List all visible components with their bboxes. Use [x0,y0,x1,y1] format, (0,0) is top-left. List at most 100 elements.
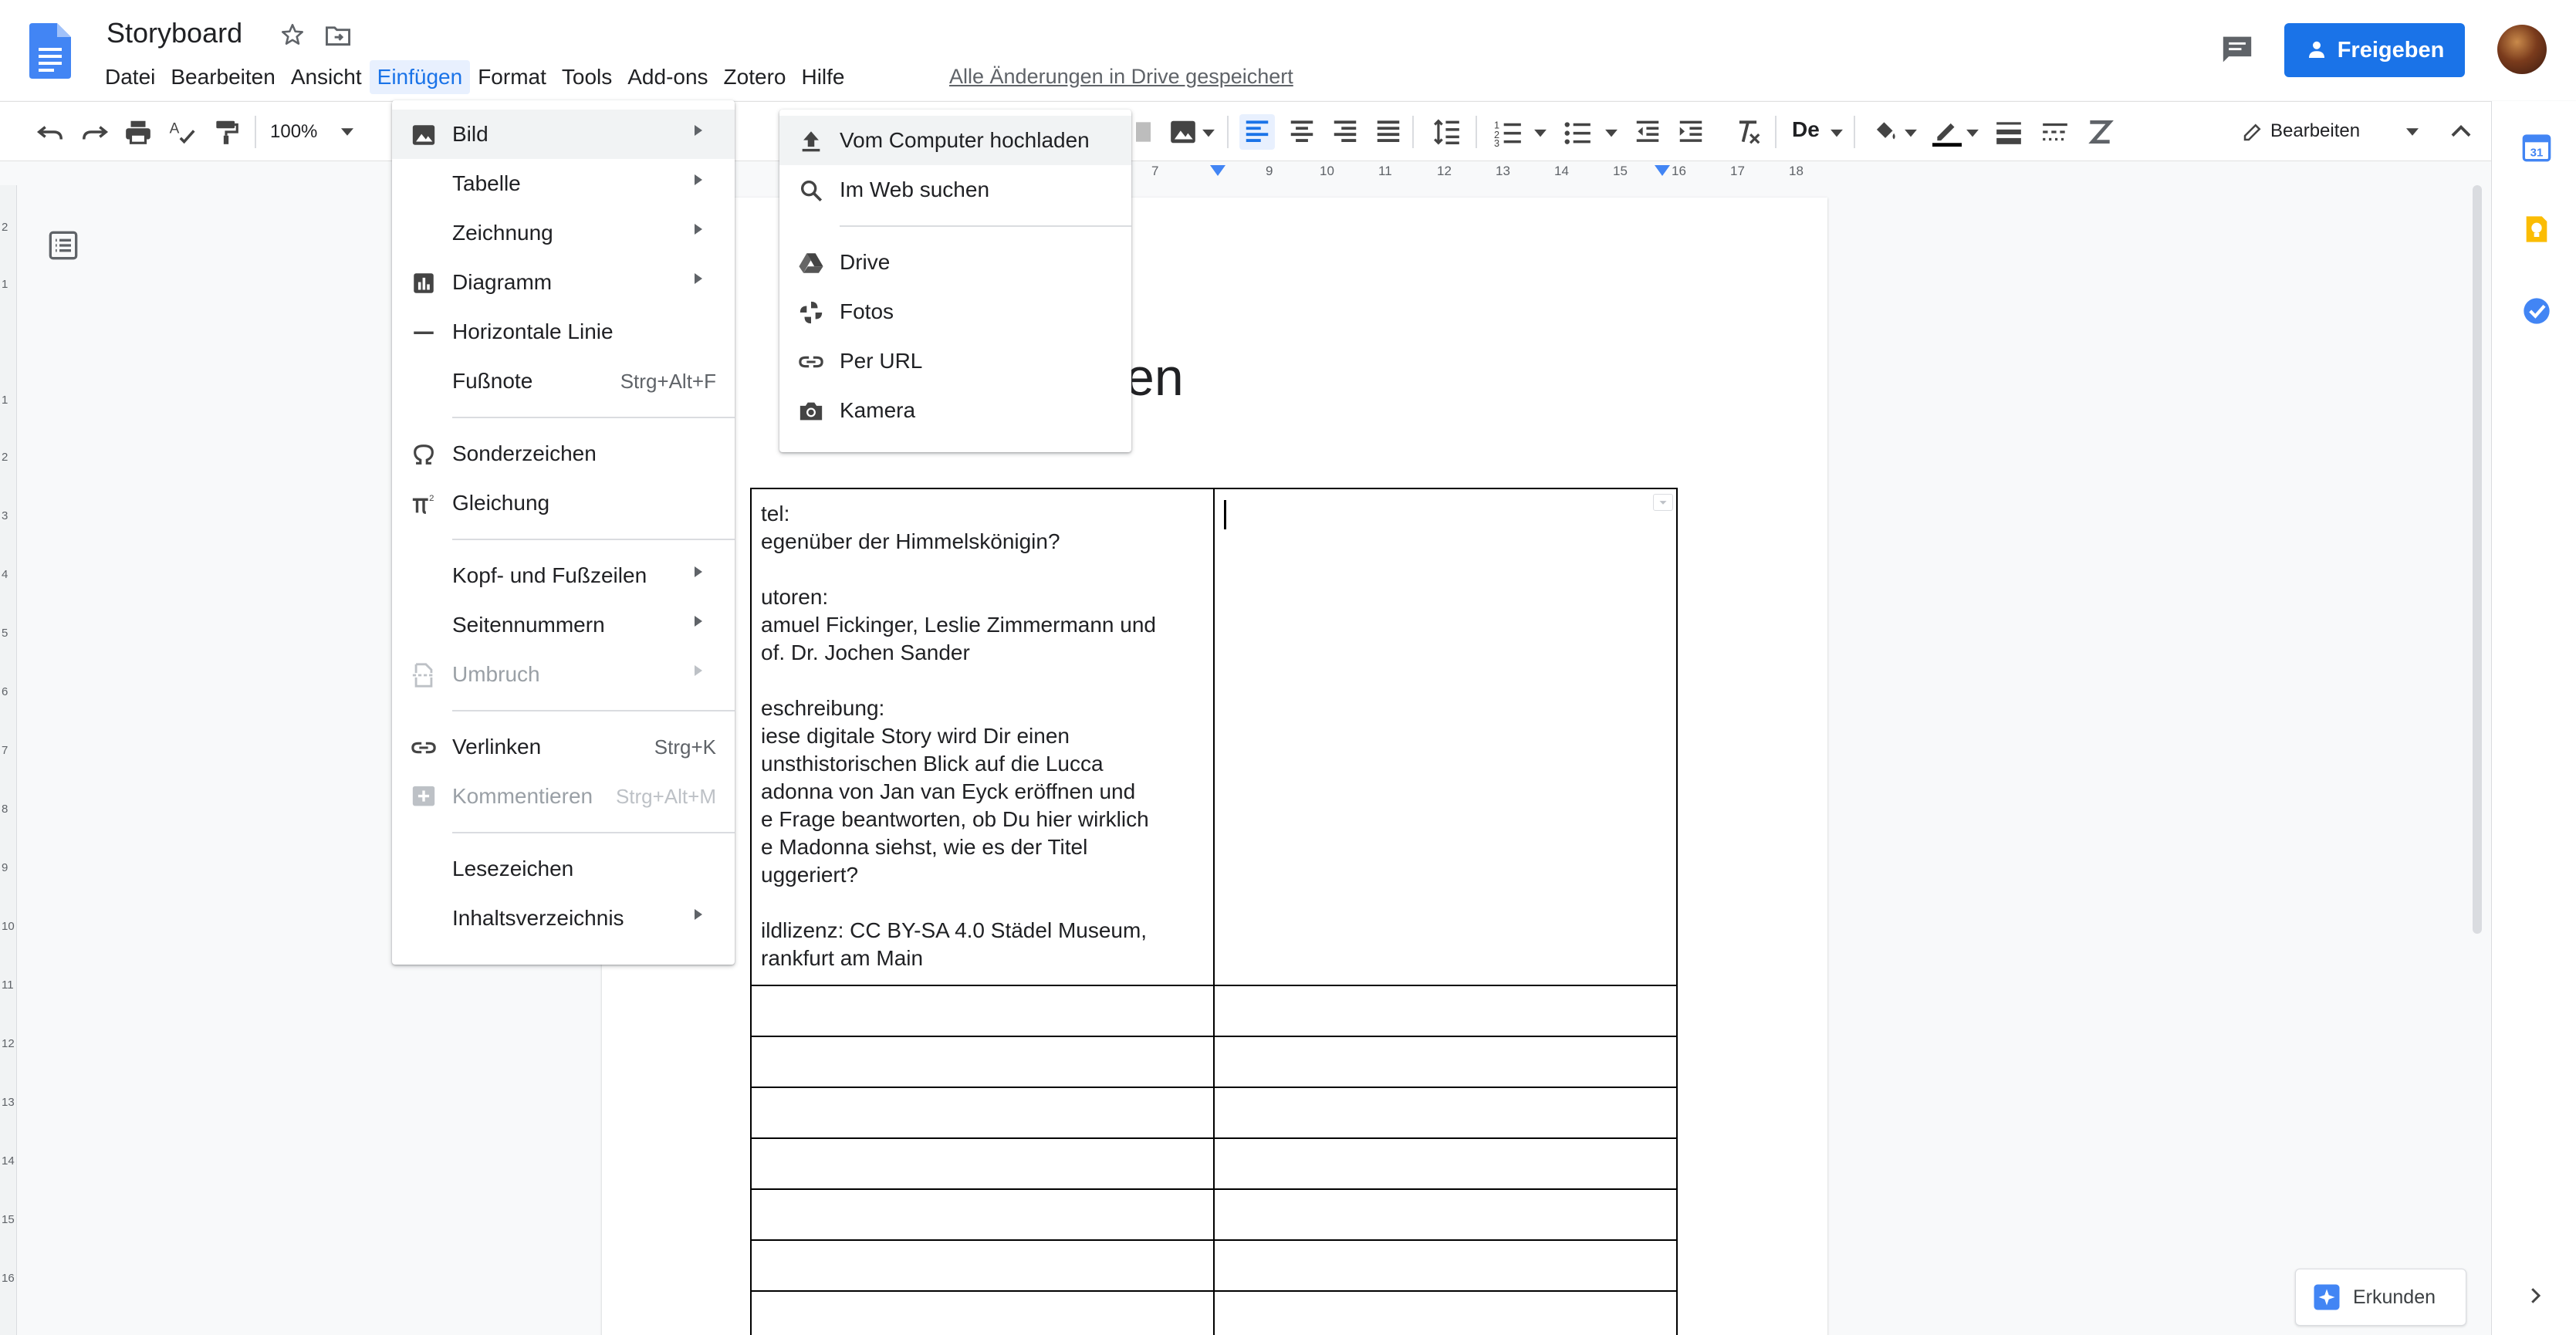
insert-menu-item-lesezeichen[interactable]: Lesezeichen [392,844,735,894]
collapse-menus-icon[interactable] [2446,117,2476,147]
calendar-icon[interactable]: 31 [2521,132,2552,163]
insert-menu-item-kopf-fusszeilen[interactable]: Kopf- und Fußzeilen [392,551,735,600]
image-submenu-item-web-search[interactable]: Im Web suchen [779,165,1131,215]
menu-hilfe[interactable]: Hilfe [793,60,852,94]
menu-ansicht[interactable]: Ansicht [283,60,370,94]
fill-color-icon[interactable] [1871,117,1900,147]
insert-menu-item-umbruch[interactable]: Umbruch [392,650,735,699]
redo-icon[interactable] [80,117,110,147]
share-button[interactable]: Freigeben [2284,23,2465,77]
insert-menu-item-tabelle[interactable]: Tabelle [392,159,735,208]
menu-datei[interactable]: Datei [97,60,163,94]
border-color-icon[interactable] [1932,117,1962,147]
insert-menu-item-diagramm[interactable]: Diagramm [392,258,735,307]
spellcheck-icon[interactable]: A [168,117,198,147]
insert-menu-item-kommentieren[interactable]: Kommentieren Strg+Alt+M [392,772,735,821]
docs-logo-icon[interactable] [29,23,71,79]
table-cell[interactable] [1213,1036,1678,1088]
editing-mode-select[interactable]: Bearbeiten [2235,102,2428,162]
align-center-icon[interactable] [1287,117,1317,147]
user-avatar[interactable] [2497,25,2547,74]
clear-formatting-icon[interactable] [1733,117,1763,147]
document-title[interactable]: Storyboard [106,17,242,49]
align-justify-icon[interactable] [1374,117,1403,147]
tasks-icon[interactable] [2521,296,2552,326]
table-cell[interactable] [1213,488,1678,986]
save-status-link[interactable]: Alle Änderungen in Drive gespeichert [949,65,1293,89]
image-submenu-item-url[interactable]: Per URL [779,336,1131,386]
table-cell[interactable] [750,1188,1215,1241]
insert-menu-item-verlinken[interactable]: Verlinken Strg+K [392,722,735,772]
insert-menu-item-seitennummern[interactable]: Seitennummern [392,600,735,650]
insert-menu-item-fussnote[interactable]: Fußnote Strg+Alt+F [392,357,735,406]
table-cell[interactable] [750,1239,1215,1292]
table-cell[interactable] [750,985,1215,1037]
increase-indent-icon[interactable] [1676,117,1706,147]
table-cell[interactable] [750,1087,1215,1139]
star-icon[interactable] [279,22,306,48]
scrollbar-thumb[interactable] [2473,185,2482,934]
insert-menu-item-inhaltsverzeichnis[interactable]: Inhaltsverzeichnis [392,894,735,943]
chevron-right-icon[interactable] [2524,1284,2547,1307]
vertical-ruler[interactable]: 2 1 1 2 3 4 5 6 7 8 9 10 11 12 13 14 15 … [0,185,17,1335]
table-cell[interactable] [1213,985,1678,1037]
table-cell[interactable] [750,1036,1215,1088]
table-cell[interactable] [1213,1188,1678,1241]
table-cell[interactable] [750,1290,1215,1335]
insert-menu-item-horizontale-linie[interactable]: Horizontale Linie [392,307,735,357]
insert-menu-item-sonderzeichen[interactable]: Sonderzeichen [392,429,735,478]
menu-bearbeiten[interactable]: Bearbeiten [163,60,282,94]
table-cell[interactable] [750,1137,1215,1190]
storyboard-table[interactable]: tel: egenüber der Himmelskönigin? utoren… [750,488,1678,1335]
table-cell[interactable]: tel: egenüber der Himmelskönigin? utoren… [750,488,1215,986]
table-cell[interactable] [1213,1137,1678,1190]
image-submenu-item-upload[interactable]: Vom Computer hochladen [779,116,1131,165]
table-cell-menu-icon[interactable] [1653,494,1673,511]
chevron-down-icon[interactable] [1533,117,1548,147]
submenu-item-label: Drive [840,250,891,274]
table-cell[interactable] [1213,1239,1678,1292]
chevron-down-icon[interactable] [1965,117,1980,147]
table-cell[interactable] [1213,1290,1678,1335]
bulleted-list-icon[interactable] [1564,117,1593,147]
comments-icon[interactable] [2219,34,2255,65]
paint-format-icon[interactable] [211,117,241,147]
chevron-down-icon[interactable] [1201,117,1216,147]
text-style-preview[interactable]: De [1792,117,1820,142]
print-icon[interactable] [123,117,153,147]
ruler-indent-marker[interactable] [1655,165,1670,176]
menu-format[interactable]: Format [470,60,554,94]
image-submenu-item-camera[interactable]: Kamera [779,386,1131,435]
vertical-scrollbar[interactable] [2470,185,2483,934]
insert-menu-item-bild[interactable]: Bild [392,110,735,159]
text-direction-icon[interactable] [2085,117,2115,147]
chevron-down-icon[interactable] [1604,117,1619,147]
table-cell[interactable] [1213,1087,1678,1139]
image-submenu-item-drive[interactable]: Drive [779,238,1131,287]
ruler-indent-marker[interactable] [1210,165,1225,176]
document-outline-icon[interactable] [48,230,79,261]
numbered-list-icon[interactable]: 123 [1494,117,1523,147]
menu-tools[interactable]: Tools [554,60,620,94]
menu-zotero[interactable]: Zotero [716,60,794,94]
insert-menu-item-zeichnung[interactable]: Zeichnung [392,208,735,258]
align-right-icon[interactable] [1330,117,1360,147]
menu-add-ons[interactable]: Add-ons [620,60,715,94]
move-folder-icon[interactable] [324,23,352,48]
line-spacing-icon[interactable] [1432,117,1462,147]
chevron-down-icon[interactable] [1903,117,1918,147]
explore-button[interactable]: Erkunden [2295,1269,2466,1326]
insert-image-partial-icon[interactable] [1136,117,1165,147]
undo-icon[interactable] [35,117,65,147]
keep-icon[interactable] [2521,214,2552,245]
chevron-down-icon[interactable] [1829,117,1844,147]
align-left-icon[interactable] [1242,117,1272,147]
border-dash-icon[interactable] [2040,117,2070,147]
insert-image-icon[interactable] [1168,117,1198,147]
zoom-select[interactable]: 100% [270,116,363,148]
insert-menu-item-gleichung[interactable]: 2 Gleichung [392,478,735,528]
decrease-indent-icon[interactable] [1633,117,1662,147]
image-submenu-item-photos[interactable]: Fotos [779,287,1131,336]
menu-einfuegen[interactable]: Einfügen [369,60,471,94]
border-width-icon[interactable] [1994,117,2023,147]
